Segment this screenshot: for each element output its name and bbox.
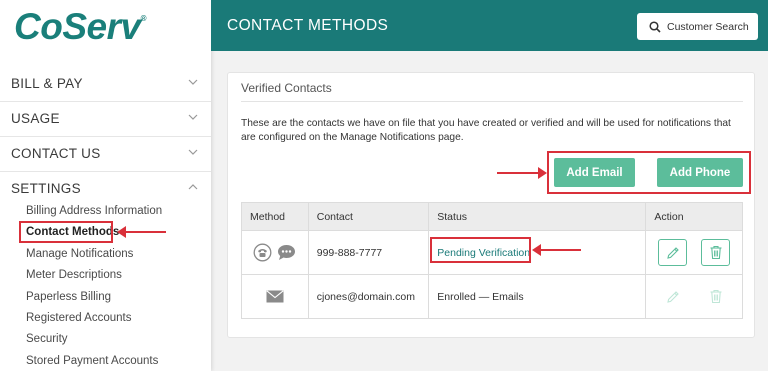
- add-email-button[interactable]: Add Email: [554, 158, 635, 187]
- nav-bill-pay-label: BILL & PAY: [11, 76, 83, 91]
- nav-usage[interactable]: USAGE: [11, 111, 198, 126]
- trash-icon: [710, 245, 722, 260]
- contact-cell: cjones@domain.com: [307, 275, 429, 318]
- annotation-arrow-icon: [532, 244, 581, 256]
- column-header-status: Status: [428, 203, 645, 230]
- sidebar: CoServ® BILL & PAY USAGE CONTACT US SETT…: [0, 0, 211, 371]
- highlight-box: [430, 237, 531, 263]
- search-icon: [649, 20, 661, 33]
- sidebar-item-billing-address[interactable]: Billing Address Information: [26, 205, 162, 217]
- nav-usage-label: USAGE: [11, 111, 60, 126]
- highlight-box: [19, 221, 113, 243]
- sidebar-item-meter-descriptions[interactable]: Meter Descriptions: [26, 269, 122, 281]
- divider: [0, 171, 211, 172]
- logo-text: CoServ: [14, 6, 141, 47]
- table-row: cjones@domain.com Enrolled — Emails: [242, 274, 742, 318]
- action-cell: [645, 275, 742, 318]
- nav-settings[interactable]: SETTINGS: [11, 181, 198, 196]
- annotation-arrow-icon: [497, 167, 547, 179]
- edit-button[interactable]: [658, 239, 688, 266]
- edit-button-disabled[interactable]: [658, 283, 687, 310]
- method-cell: [242, 231, 308, 274]
- nav-contact-us[interactable]: CONTACT US: [11, 146, 198, 161]
- pencil-icon: [666, 290, 679, 303]
- column-header-action: Action: [645, 203, 742, 230]
- column-header-method: Method: [250, 210, 286, 223]
- nav-contact-us-label: CONTACT US: [11, 146, 101, 161]
- table-header-row: Method Contact Status Action: [242, 203, 742, 230]
- delete-button-disabled[interactable]: [701, 283, 730, 310]
- sidebar-item-stored-payment-accounts[interactable]: Stored Payment Accounts: [26, 355, 158, 367]
- chevron-down-icon: [188, 149, 198, 158]
- chevron-down-icon: [188, 79, 198, 88]
- divider: [0, 136, 211, 137]
- delete-button[interactable]: [701, 239, 731, 266]
- logo-mark: ®: [140, 14, 147, 23]
- coserv-logo[interactable]: CoServ®: [14, 6, 147, 48]
- contact-cell: 999-888-7777: [307, 231, 429, 274]
- add-phone-button[interactable]: Add Phone: [657, 158, 743, 187]
- phone-icon: [253, 243, 272, 262]
- divider: [241, 101, 743, 102]
- page-header: CONTACT METHODS Customer Search: [211, 0, 768, 51]
- customer-search-button[interactable]: Customer Search: [637, 13, 758, 40]
- divider: [0, 101, 211, 102]
- card-description: These are the contacts we have on file t…: [241, 118, 731, 143]
- customer-search-label: Customer Search: [667, 20, 749, 33]
- card-title: Verified Contacts: [241, 81, 332, 95]
- column-header-contact: Contact: [307, 203, 429, 230]
- pencil-icon: [666, 246, 679, 259]
- trash-icon: [710, 289, 722, 304]
- action-cell: [645, 231, 742, 274]
- status-cell: Enrolled — Emails: [428, 275, 645, 318]
- sidebar-item-manage-notifications[interactable]: Manage Notifications: [26, 248, 133, 260]
- method-cell: [242, 275, 308, 318]
- chevron-up-icon: [188, 184, 198, 193]
- annotation-arrow-icon: [117, 226, 166, 238]
- chat-icon: [278, 245, 296, 260]
- page-title: CONTACT METHODS: [227, 17, 389, 34]
- chevron-down-icon: [188, 114, 198, 123]
- email-icon: [266, 290, 284, 303]
- sidebar-item-paperless-billing[interactable]: Paperless Billing: [26, 291, 111, 303]
- sidebar-item-registered-accounts[interactable]: Registered Accounts: [26, 312, 131, 324]
- nav-bill-pay[interactable]: BILL & PAY: [11, 76, 198, 91]
- nav-settings-label: SETTINGS: [11, 181, 81, 196]
- sidebar-item-security[interactable]: Security: [26, 333, 68, 345]
- verified-contacts-card: Verified Contacts These are the contacts…: [227, 72, 755, 338]
